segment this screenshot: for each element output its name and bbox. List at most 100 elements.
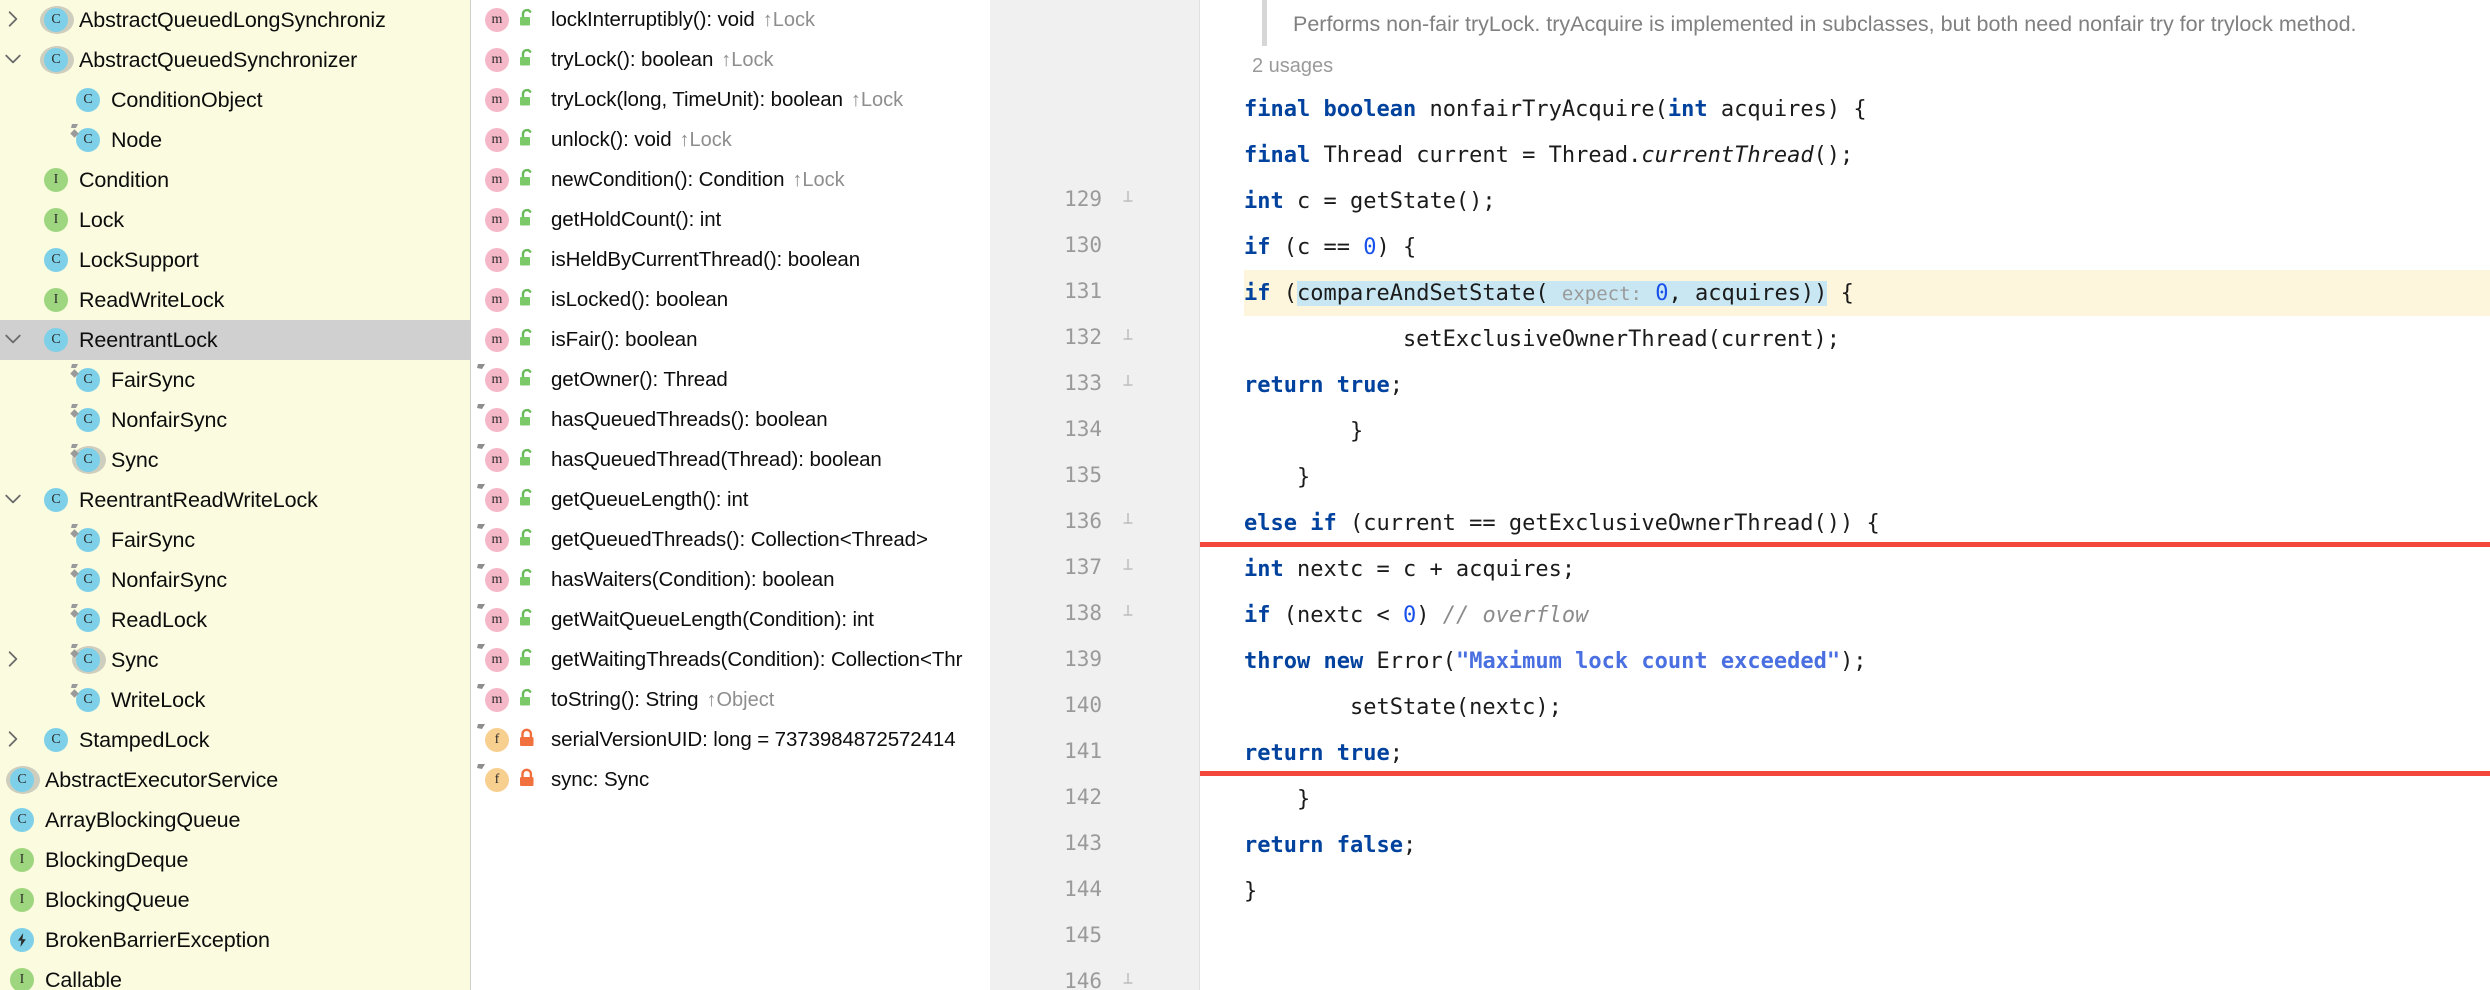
code-line-145[interactable]: return false; [1244,822,2490,868]
code-lines[interactable]: final boolean nonfairTryAcquire(int acqu… [1244,86,2490,960]
tree-item-node[interactable]: C Node [0,120,470,160]
chevron-right-icon[interactable] [0,730,26,748]
tree-item-locksupport[interactable]: C LockSupport [0,240,470,280]
tree-item-lock[interactable]: I Lock [0,200,470,240]
line-number[interactable]: 145 [990,923,1108,947]
code-line-139[interactable]: int nextc = c + acquires; [1244,546,2490,592]
tree-item-sync[interactable]: C Sync [0,440,470,480]
code-editor[interactable]: Performs non-fair tryLock. tryAcquire is… [1200,0,2490,990]
member-item-getwaitingthreads[interactable]: m getWaitingThreads(Condition): Collectio… [471,640,990,680]
tree-item-abstractqueuedsynchronizer[interactable]: C AbstractQueuedSynchronizer [0,40,470,80]
fold-marker-icon[interactable] [1108,328,1148,346]
line-number[interactable]: 133 [990,371,1108,395]
code-line-140[interactable]: if (nextc < 0) // overflow [1244,592,2490,638]
usages-inlay-hint[interactable]: 2 usages [1244,46,2490,86]
member-item-hasqueuedthread[interactable]: m hasQueuedThread(Thread): boolean [471,440,990,480]
line-number[interactable]: 143 [990,831,1108,855]
fold-marker-icon[interactable] [1108,190,1148,208]
gutter-row[interactable]: 138 [990,590,1199,636]
code-line-147[interactable] [1244,914,2490,960]
member-item-isfair[interactable]: m isFair(): boolean [471,320,990,360]
gutter-row[interactable]: 132 [990,314,1199,360]
line-number[interactable]: 131 [990,279,1108,303]
gutter-row[interactable]: 137 [990,544,1199,590]
member-item-hasqueuedthreads[interactable]: m hasQueuedThreads(): boolean [471,400,990,440]
code-line-144[interactable]: } [1244,776,2490,822]
chevron-right-icon[interactable] [0,650,26,668]
code-line-137[interactable]: } [1244,454,2490,500]
member-item-getqueuedthreads[interactable]: m getQueuedThreads(): Collection<Thread> [471,520,990,560]
gutter-row[interactable]: 133 [990,360,1199,406]
tree-item-fairsync[interactable]: C FairSync [0,360,470,400]
member-item-serialversionuid[interactable]: f serialVersionUID: long = 73739848725724… [471,720,990,760]
tree-item-fairsync[interactable]: C FairSync [0,520,470,560]
gutter-row[interactable]: 131 [990,268,1199,314]
code-line-142[interactable]: setState(nextc); [1244,684,2490,730]
member-item-tostring[interactable]: m toString(): String ↑Object [471,680,990,720]
member-item-sync[interactable]: f sync: Sync [471,760,990,800]
code-line-141[interactable]: throw new Error("Maximum lock count exce… [1244,638,2490,684]
member-item-trylock[interactable]: m tryLock(): boolean ↑Lock [471,40,990,80]
tree-item-abstractqueuedlongsynchroniz[interactable]: C AbstractQueuedLongSynchroniz [0,0,470,40]
tree-item-nonfairsync[interactable]: C NonfairSync [0,560,470,600]
tree-item-stampedlock[interactable]: C StampedLock [0,720,470,760]
tree-item-nonfairsync[interactable]: C NonfairSync [0,400,470,440]
line-number[interactable]: 132 [990,325,1108,349]
chevron-down-icon[interactable] [0,50,26,68]
gutter-row[interactable]: 144 [990,866,1199,912]
chevron-down-icon[interactable] [0,330,26,348]
member-item-lockinterruptibly[interactable]: m lockInterruptibly(): void ↑Lock [471,0,990,40]
fold-marker-icon[interactable] [1108,972,1148,990]
code-line-132[interactable]: if (c == 0) { [1244,224,2490,270]
gutter-row[interactable]: 140 [990,682,1199,728]
code-line-134[interactable]: setExclusiveOwnerThread(current); [1244,316,2490,362]
line-number[interactable]: 142 [990,785,1108,809]
code-line-129[interactable]: final boolean nonfairTryAcquire(int acqu… [1244,86,2490,132]
gutter-row[interactable]: 136 [990,498,1199,544]
code-line-143[interactable]: return true; [1244,730,2490,776]
member-item-unlock[interactable]: m unlock(): void ↑Lock [471,120,990,160]
fold-marker-icon[interactable] [1108,558,1148,576]
gutter-row[interactable]: 139 [990,636,1199,682]
member-item-islocked[interactable]: m isLocked(): boolean [471,280,990,320]
code-line-135[interactable]: return true; [1244,362,2490,408]
member-item-getqueuelength[interactable]: m getQueueLength(): int [471,480,990,520]
tree-item-condition[interactable]: I Condition [0,160,470,200]
editor-line-number-gutter[interactable]: 129 130 131 132 133 134 135 136 137 138 139 140 141 1… [990,0,1200,990]
line-number[interactable]: 144 [990,877,1108,901]
line-number[interactable]: 141 [990,739,1108,763]
code-line-131[interactable]: int c = getState(); [1244,178,2490,224]
chevron-down-icon[interactable] [0,490,26,508]
tree-item-callable[interactable]: I Callable [0,960,470,990]
line-number[interactable]: 146 [990,969,1108,990]
line-number[interactable]: 135 [990,463,1108,487]
tree-item-blockingqueue[interactable]: I BlockingQueue [0,880,470,920]
gutter-row[interactable]: 145 [990,912,1199,958]
tree-item-abstractexecutorservice[interactable]: C AbstractExecutorService [0,760,470,800]
member-item-haswaiters[interactable]: m hasWaiters(Condition): boolean [471,560,990,600]
tree-item-readwritelock[interactable]: I ReadWriteLock [0,280,470,320]
fold-marker-icon[interactable] [1108,512,1148,530]
tree-item-blockingdeque[interactable]: I BlockingDeque [0,840,470,880]
line-number[interactable]: 129 [990,187,1108,211]
gutter-row[interactable]: 129 [990,176,1199,222]
tree-item-conditionobject[interactable]: C ConditionObject [0,80,470,120]
member-item-getowner[interactable]: m getOwner(): Thread [471,360,990,400]
chevron-right-icon[interactable] [0,10,26,28]
tree-item-arrayblockingqueue[interactable]: C ArrayBlockingQueue [0,800,470,840]
fold-marker-icon[interactable] [1108,604,1148,622]
member-item-trylock[interactable]: m tryLock(long, TimeUnit): boolean ↑Lock [471,80,990,120]
line-number[interactable]: 134 [990,417,1108,441]
gutter-row[interactable]: 146 [990,958,1199,990]
fold-marker-icon[interactable] [1108,374,1148,392]
class-members-list[interactable]: m lockInterruptibly(): void ↑Lock m tryLock… [470,0,990,990]
line-number[interactable]: 137 [990,555,1108,579]
code-line-130[interactable]: final Thread current = Thread. currentThr… [1244,132,2490,178]
code-line-136[interactable]: } [1244,408,2490,454]
member-item-isheldbycurrentthread[interactable]: m isHeldByCurrentThread(): boolean [471,240,990,280]
tree-item-reentrantreadwritelock[interactable]: C ReentrantReadWriteLock [0,480,470,520]
tree-item-writelock[interactable]: C WriteLock [0,680,470,720]
gutter-row[interactable]: 143 [990,820,1199,866]
tree-item-reentrantlock[interactable]: C ReentrantLock [0,320,470,360]
gutter-row[interactable]: 130 [990,222,1199,268]
